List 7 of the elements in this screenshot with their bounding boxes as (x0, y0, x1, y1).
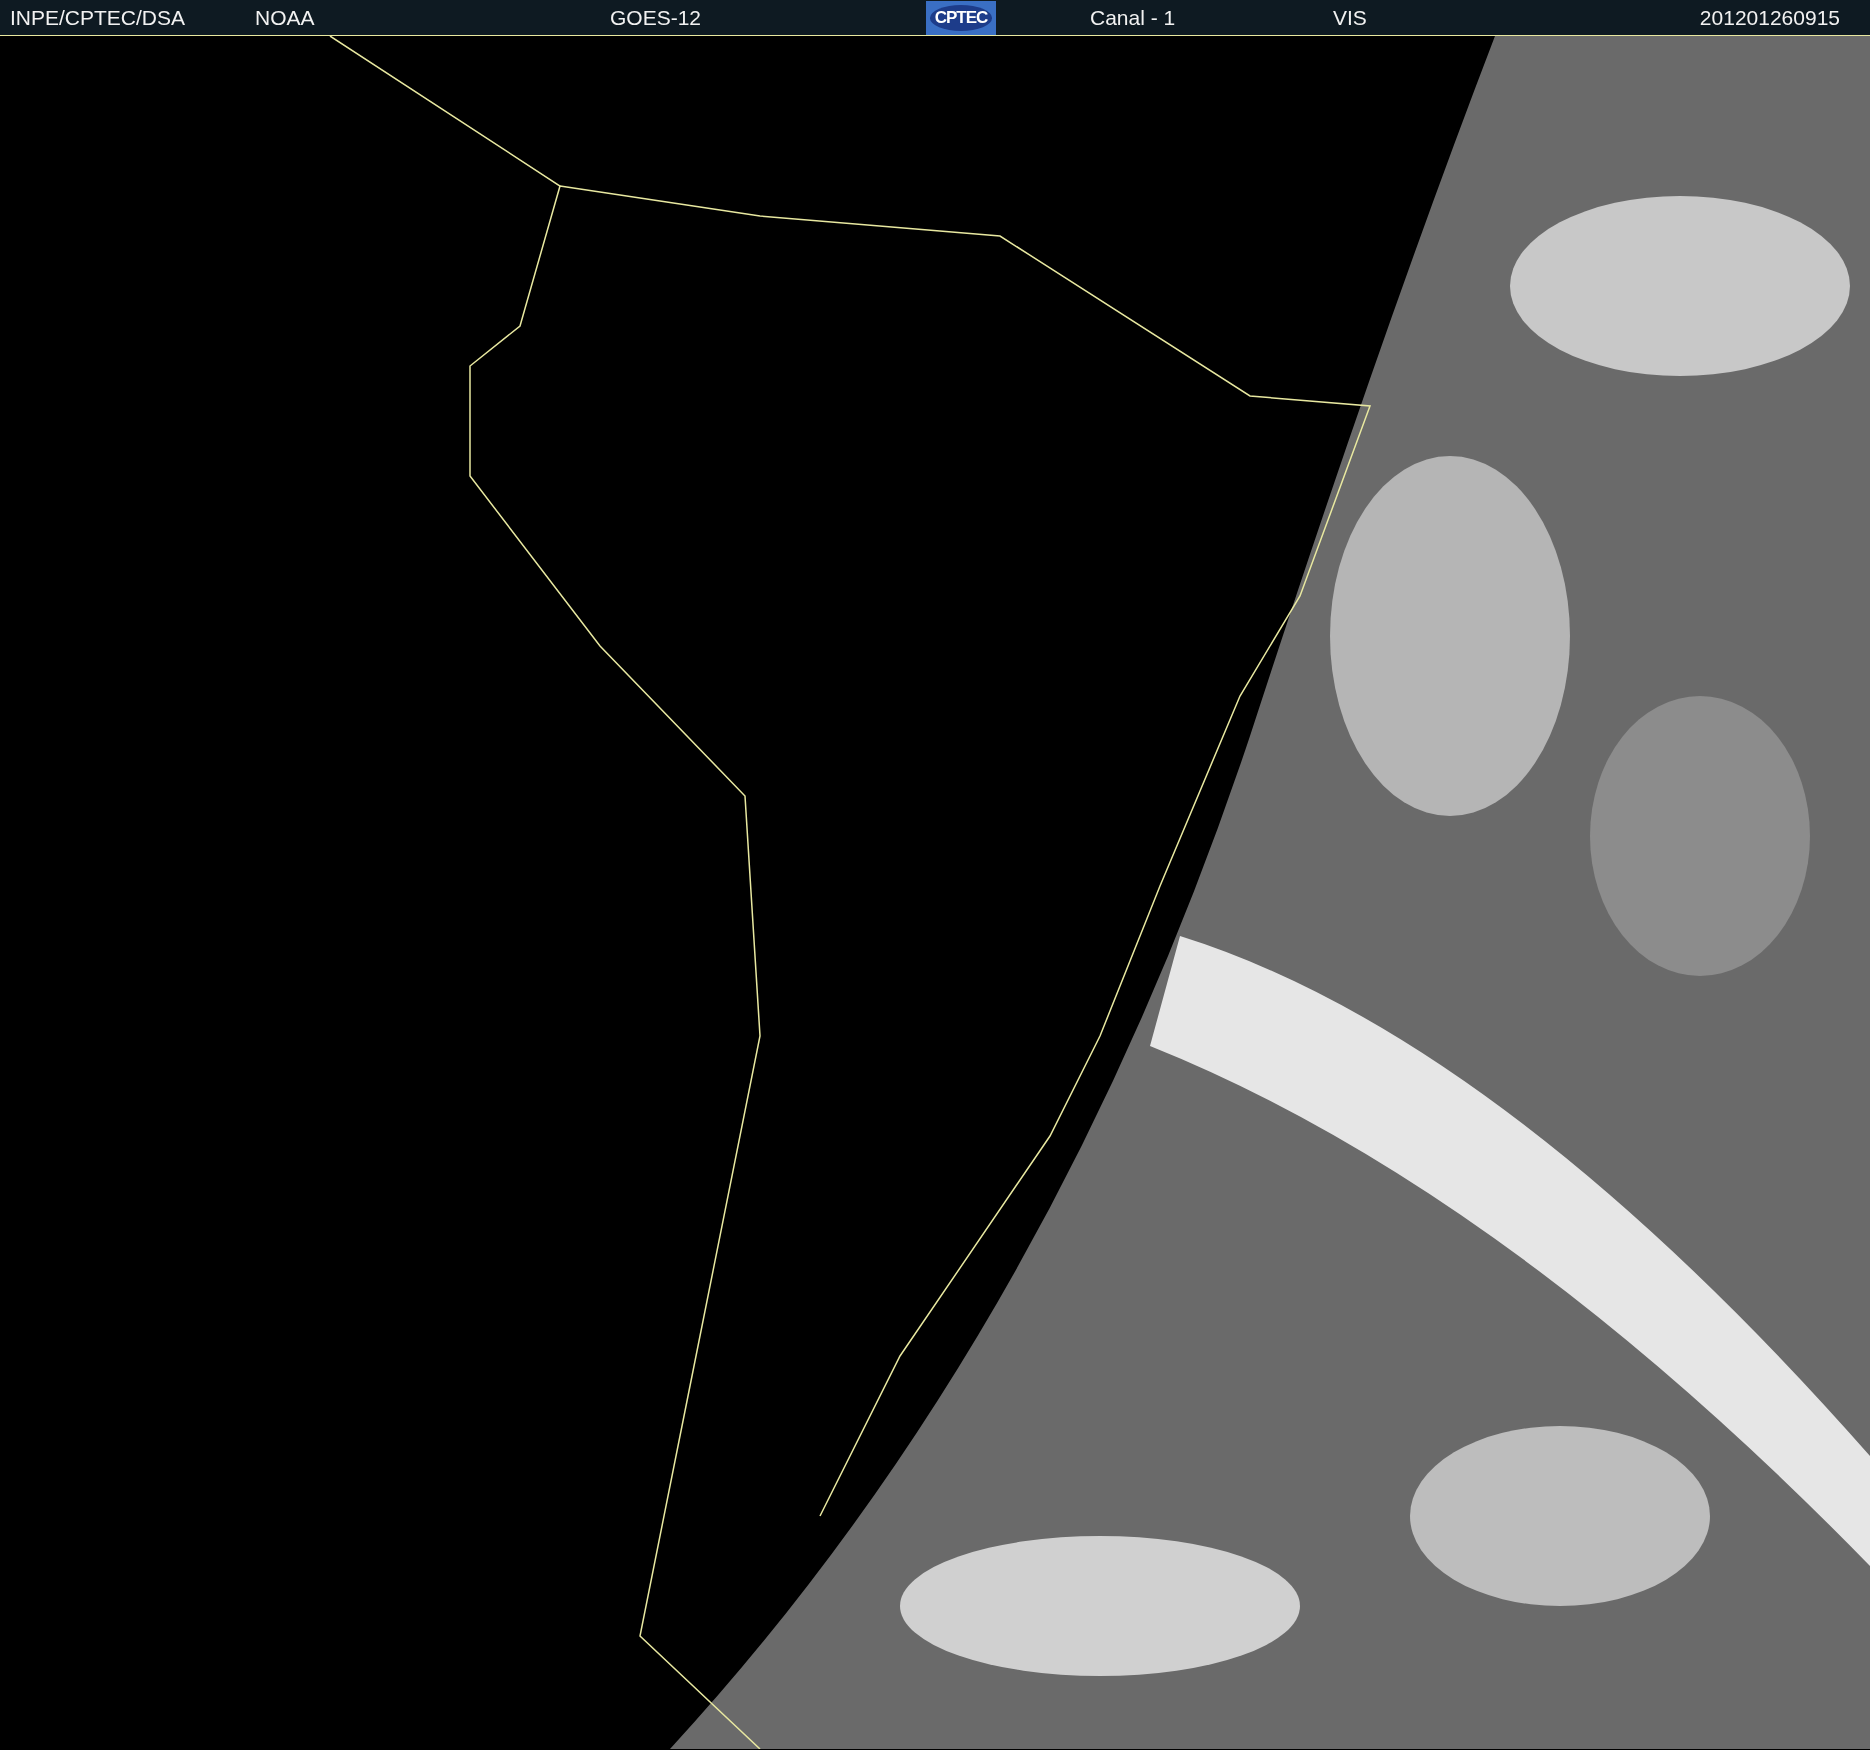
agency-label: NOAA (255, 5, 315, 30)
band-label: VIS (1333, 5, 1367, 30)
satellite-label: GOES-12 (610, 5, 702, 30)
logo-text: CPTEC (929, 4, 993, 31)
timestamp-label: 201201260915 (1699, 5, 1840, 30)
source-label: INPE/CPTEC/DSA (10, 5, 186, 30)
channel-label: Canal - 1 (1090, 5, 1176, 30)
